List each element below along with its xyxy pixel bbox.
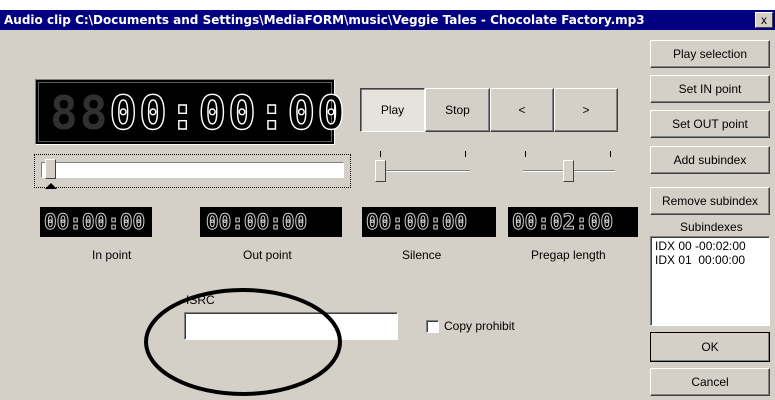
- subindexes-label: Subindexes: [680, 220, 743, 234]
- silence-label: Silence: [402, 248, 442, 262]
- highlight-ellipse: [144, 288, 342, 396]
- volume-track: [378, 170, 470, 172]
- cancel-button[interactable]: Cancel: [650, 368, 770, 396]
- pregap-value: 00:02:00: [511, 210, 614, 235]
- volume-tick-min: [380, 151, 381, 157]
- balance-tick-max: [610, 151, 611, 157]
- balance-tick-min: [525, 151, 526, 157]
- play-button[interactable]: Play: [360, 88, 425, 132]
- volume-tick-max: [465, 151, 466, 157]
- silence-value: 00:00:00: [365, 210, 468, 235]
- stop-button[interactable]: Stop: [425, 88, 490, 132]
- pregap-label: Pregap length: [531, 248, 606, 262]
- caption-strip: [0, 0, 775, 10]
- volume-thumb[interactable]: [375, 160, 386, 182]
- balance-thumb[interactable]: [563, 160, 574, 182]
- out-point-display: 00:00:00: [200, 207, 342, 237]
- next-button[interactable]: >: [554, 88, 618, 132]
- set-in-point-button[interactable]: Set IN point: [650, 75, 770, 103]
- add-subindex-button[interactable]: Add subindex: [650, 146, 770, 174]
- copy-prohibit-label: Copy prohibit: [444, 319, 515, 333]
- set-out-point-button[interactable]: Set OUT point: [650, 110, 770, 138]
- window-title: Audio clip C:\Documents and Settings\Med…: [4, 13, 645, 27]
- remove-subindex-button[interactable]: Remove subindex: [650, 187, 770, 215]
- previous-button[interactable]: <: [490, 88, 554, 132]
- position-thumb[interactable]: [45, 159, 56, 179]
- main-time-display: 8800:00:00: [35, 79, 346, 145]
- out-point-label: Out point: [243, 248, 292, 262]
- position-pointer-icon: [44, 183, 57, 189]
- balance-slider[interactable]: [515, 151, 620, 182]
- position-slider[interactable]: [34, 154, 351, 189]
- in-point-label: In point: [92, 248, 132, 262]
- out-point-value: 00:00:00: [205, 210, 308, 235]
- close-button[interactable]: x: [755, 12, 773, 28]
- pregap-display: 00:02:00: [508, 207, 638, 237]
- silence-display: 00:00:00: [362, 207, 496, 237]
- copy-prohibit-checkbox[interactable]: [426, 320, 439, 333]
- list-item[interactable]: IDX 01 00:00:00: [655, 253, 745, 267]
- main-time-ghost-digits: 88: [50, 86, 110, 140]
- audio-clip-dialog: Audio clip C:\Documents and Settings\Med…: [0, 10, 775, 400]
- subindex-list[interactable]: IDX 00 -00:02:00 IDX 01 00:00:00: [650, 236, 770, 326]
- main-time-readout: 8800:00:00: [50, 85, 347, 140]
- volume-slider[interactable]: [370, 151, 475, 182]
- list-item[interactable]: IDX 00 -00:02:00: [655, 239, 746, 253]
- in-point-value: 00:00:00: [43, 210, 146, 235]
- main-time-value: 00:00:00: [109, 85, 347, 140]
- title-bar: Audio clip C:\Documents and Settings\Med…: [0, 10, 775, 30]
- ok-button[interactable]: OK: [650, 332, 770, 362]
- in-point-display: 00:00:00: [40, 207, 152, 237]
- play-selection-button[interactable]: Play selection: [650, 40, 770, 68]
- position-track: [41, 162, 344, 178]
